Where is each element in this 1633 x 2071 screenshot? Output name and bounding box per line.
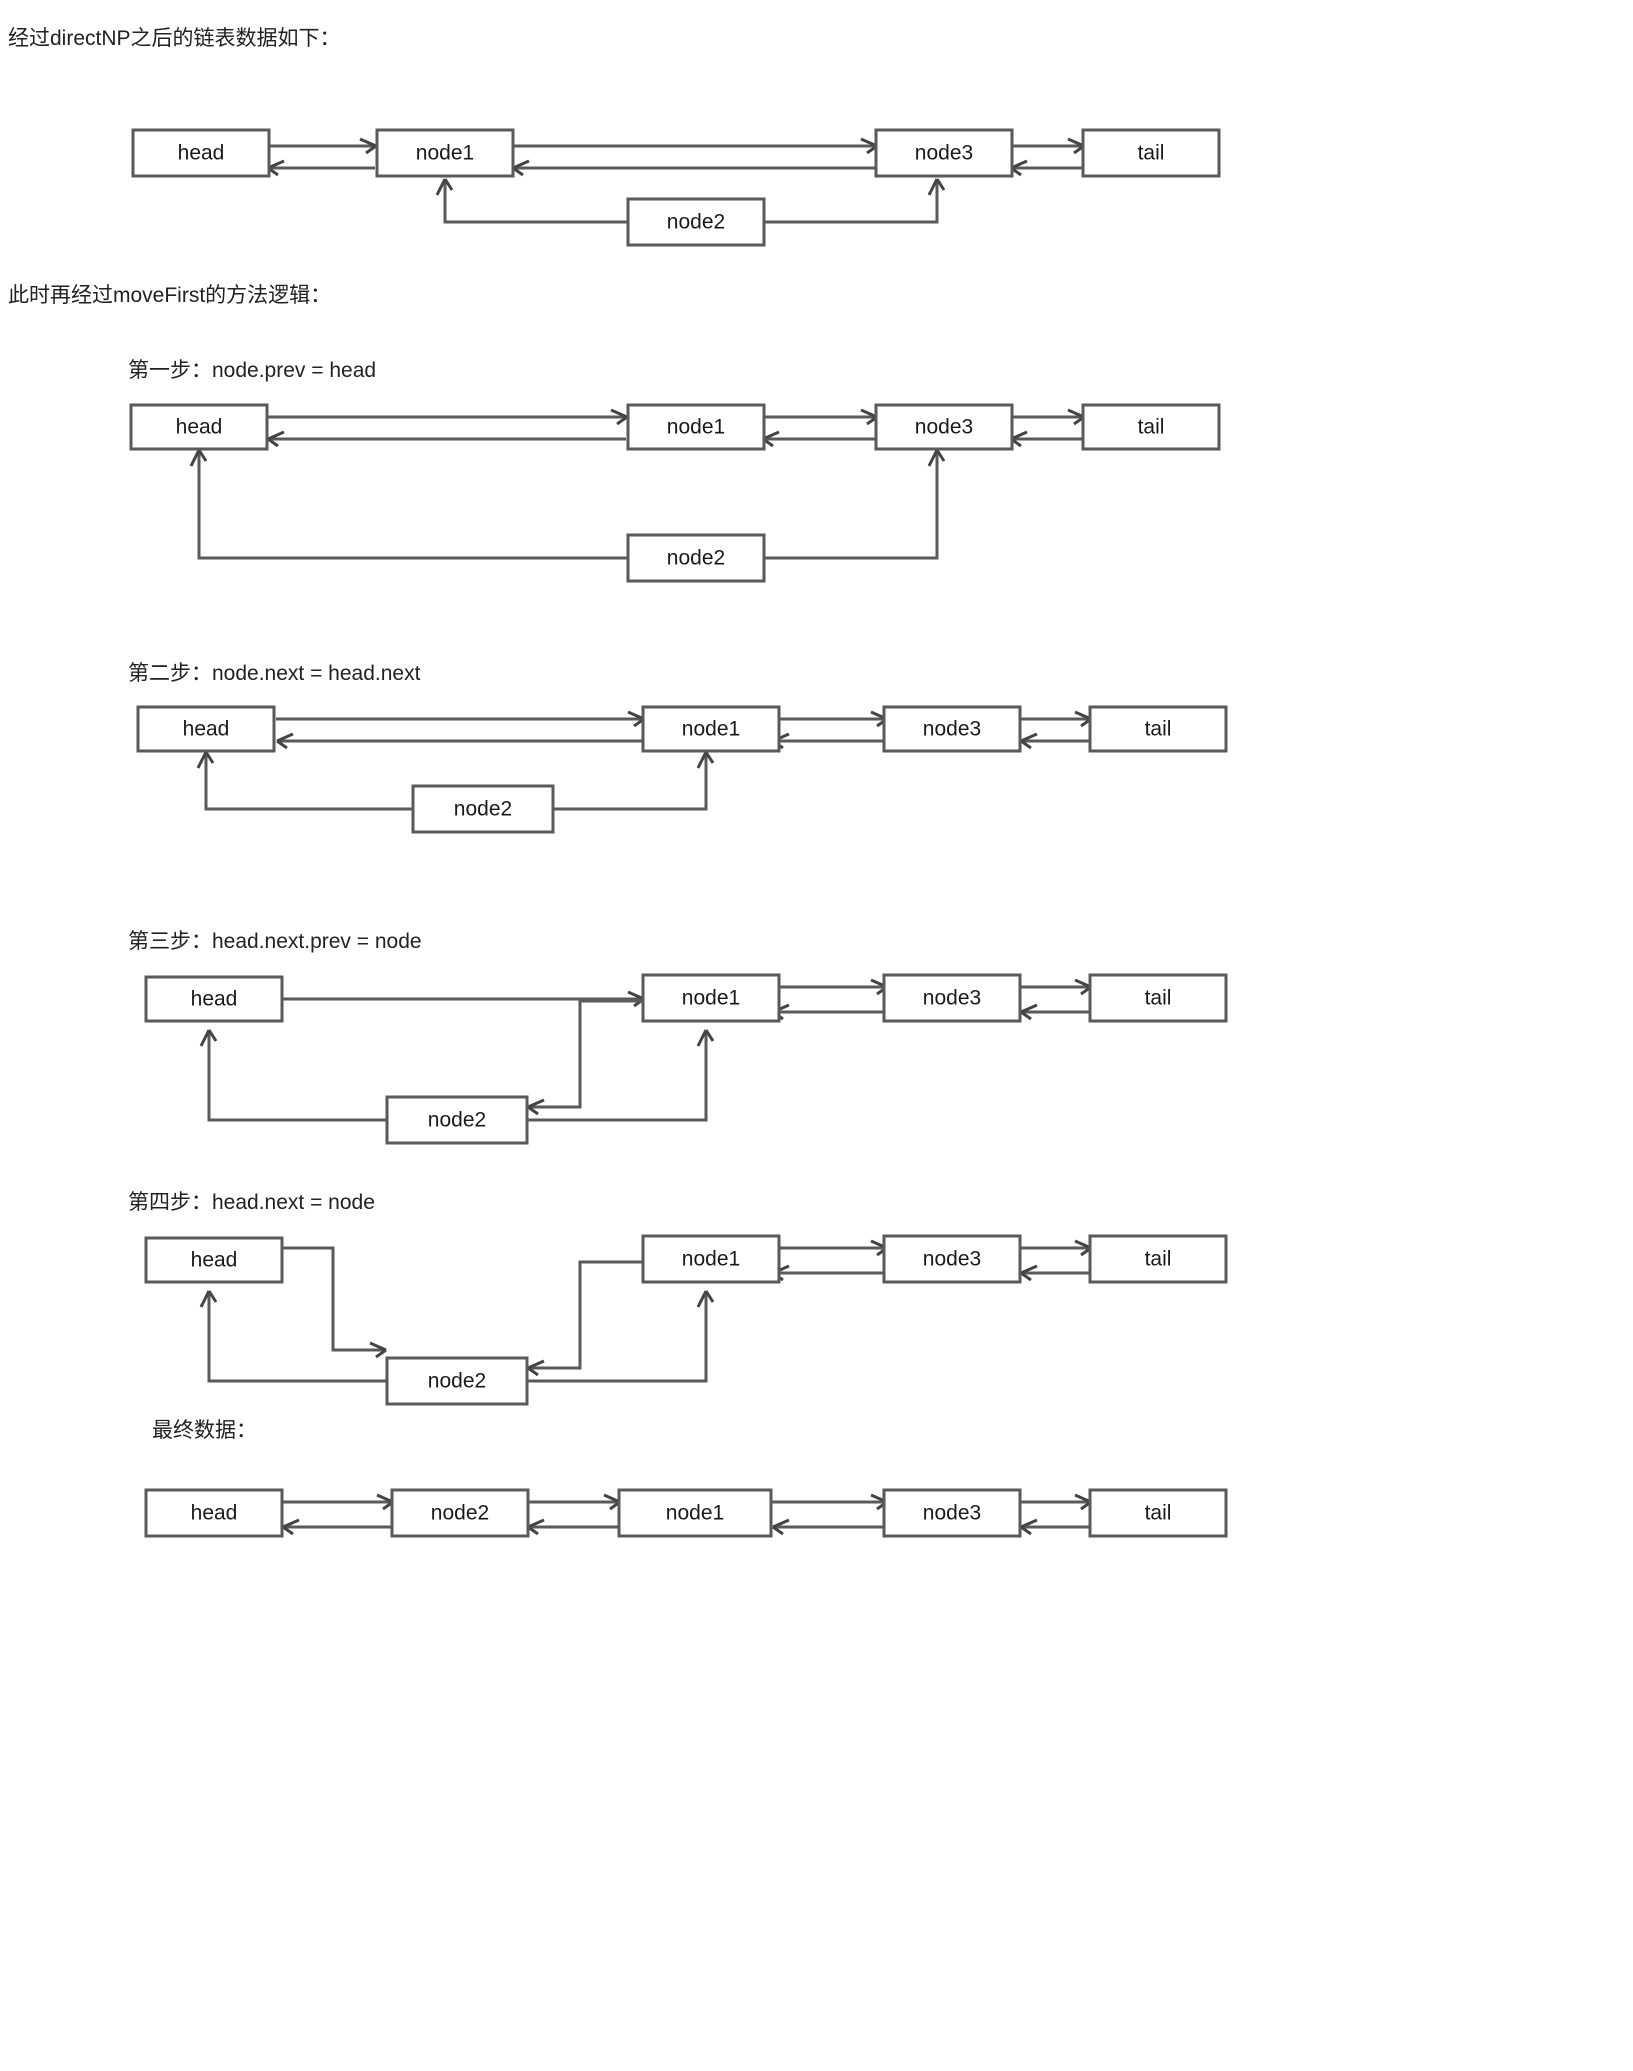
s4-box-head: head bbox=[144, 1236, 284, 1284]
box-node1: node1 bbox=[375, 128, 515, 178]
s4-edge-node1-prev-node2 bbox=[529, 1260, 643, 1370]
intro-caption: 经过directNP之后的链表数据如下： bbox=[8, 27, 341, 50]
box-tail: tail bbox=[1081, 128, 1221, 178]
s2-box-node2: node2 bbox=[411, 784, 555, 834]
diagram-step-4: head node1 node3 tail node2 bbox=[0, 1226, 1633, 1426]
s2-box-tail-label: tail bbox=[1145, 718, 1172, 741]
s4-box-node2: node2 bbox=[385, 1356, 529, 1406]
s4-edge-node2-prev-head bbox=[207, 1292, 387, 1383]
s4-edge-head-next-node2 bbox=[282, 1246, 385, 1352]
s2-edge-node2-prev-head bbox=[204, 753, 413, 811]
s2-box-node3-label: node3 bbox=[923, 718, 981, 741]
diagram-step-3-svg: head node1 node3 tail node2 bbox=[144, 973, 1228, 1145]
s1-box-node1-label: node1 bbox=[667, 416, 725, 439]
s3-box-head: head bbox=[144, 975, 284, 1023]
s3-box-tail-label: tail bbox=[1145, 987, 1172, 1010]
s1-box-node2: node2 bbox=[626, 533, 766, 583]
f-box-node3-label: node3 bbox=[923, 1502, 981, 1525]
step3-label: 第三步：head.next.prev = node bbox=[128, 930, 422, 953]
diagram-after-directnp-svg: head node1 node3 tail node2 bbox=[131, 128, 1221, 247]
diagram-step-1-svg: head node1 node3 tail node2 bbox=[129, 403, 1221, 583]
s4-box-node1-label: node1 bbox=[682, 1248, 740, 1271]
s2-box-node3: node3 bbox=[882, 705, 1022, 753]
final-label: 最终数据： bbox=[152, 1419, 257, 1442]
s2-box-node1-label: node1 bbox=[682, 718, 740, 741]
box-node1-label: node1 bbox=[416, 142, 474, 165]
f-box-tail-label: tail bbox=[1145, 1502, 1172, 1525]
s2-box-node1: node1 bbox=[641, 705, 781, 753]
f-box-node1: node1 bbox=[617, 1488, 773, 1538]
f-box-node2: node2 bbox=[390, 1488, 530, 1538]
step1-label: 第一步：node.prev = head bbox=[128, 359, 377, 382]
step2-label: 第二步：node.next = head.next bbox=[128, 662, 421, 685]
f-box-head-label: head bbox=[191, 1502, 238, 1525]
s1-box-head-label: head bbox=[176, 416, 223, 439]
s3-box-node1-label: node1 bbox=[682, 987, 740, 1010]
s1-box-head: head bbox=[129, 403, 269, 451]
s3-box-node2-label: node2 bbox=[428, 1109, 486, 1132]
diagram-step-4-svg: head node1 node3 tail node2 bbox=[144, 1234, 1228, 1406]
box-tail-label: tail bbox=[1138, 142, 1165, 165]
s4-box-node3: node3 bbox=[882, 1234, 1022, 1284]
s2-box-head: head bbox=[136, 705, 276, 753]
diagram-step-1: head node1 node3 tail node2 bbox=[0, 395, 1633, 610]
s4-box-node2-label: node2 bbox=[428, 1370, 486, 1393]
diagram-final-svg: head node2 node1 node3 tail bbox=[144, 1488, 1228, 1538]
s1-box-node1: node1 bbox=[626, 403, 766, 451]
box-node2: node2 bbox=[626, 197, 766, 247]
movefirst-caption: 此时再经过moveFirst的方法逻辑： bbox=[8, 284, 332, 307]
s1-box-tail-label: tail bbox=[1138, 416, 1165, 439]
s3-box-node1: node1 bbox=[641, 973, 781, 1023]
f-box-tail: tail bbox=[1088, 1488, 1228, 1538]
diagram-step-2: head node1 node3 tail node2 bbox=[0, 697, 1633, 897]
s2-edge-node2-next-node1 bbox=[553, 753, 708, 811]
s1-box-node3-label: node3 bbox=[915, 416, 973, 439]
f-box-node3: node3 bbox=[882, 1488, 1022, 1538]
s1-edge-node2-next-node3 bbox=[763, 451, 939, 560]
s4-box-tail-label: tail bbox=[1145, 1248, 1172, 1271]
s1-box-tail: tail bbox=[1081, 403, 1221, 451]
s3-box-node3-label: node3 bbox=[923, 987, 981, 1010]
s3-edge-node2-prev-head bbox=[207, 1031, 387, 1122]
edge-node2-prev-node1 bbox=[443, 180, 628, 224]
s3-edge-node1-prev-node2 bbox=[529, 999, 643, 1109]
s4-box-head-label: head bbox=[191, 1249, 238, 1272]
diagram-final: head node2 node1 node3 tail bbox=[0, 1480, 1633, 1640]
diagram-step-3: head node1 node3 tail node2 bbox=[0, 965, 1633, 1165]
box-node2-label: node2 bbox=[667, 211, 725, 234]
s3-box-node2: node2 bbox=[385, 1095, 529, 1145]
step4-label: 第四步：head.next = node bbox=[128, 1191, 375, 1214]
s1-box-node3: node3 bbox=[874, 403, 1014, 451]
box-node3: node3 bbox=[874, 128, 1014, 178]
diagram-step-2-svg: head node1 node3 tail node2 bbox=[136, 705, 1228, 834]
s2-box-head-label: head bbox=[183, 718, 230, 741]
s3-box-node3: node3 bbox=[882, 973, 1022, 1023]
s1-edge-node2-prev-head bbox=[197, 451, 628, 560]
box-head-label: head bbox=[178, 142, 225, 165]
s3-box-tail: tail bbox=[1088, 973, 1228, 1023]
diagram-after-directnp: head node1 node3 tail node2 bbox=[0, 60, 1633, 260]
box-node3-label: node3 bbox=[915, 142, 973, 165]
s2-box-node2-label: node2 bbox=[454, 798, 512, 821]
s2-box-tail: tail bbox=[1088, 705, 1228, 753]
f-box-node1-label: node1 bbox=[666, 1502, 724, 1525]
s1-box-node2-label: node2 bbox=[667, 547, 725, 570]
s4-box-node1: node1 bbox=[641, 1234, 781, 1284]
box-head: head bbox=[131, 128, 271, 178]
f-box-node2-label: node2 bbox=[431, 1502, 489, 1525]
s4-box-node3-label: node3 bbox=[923, 1248, 981, 1271]
f-box-head: head bbox=[144, 1488, 284, 1538]
s4-box-tail: tail bbox=[1088, 1234, 1228, 1284]
edge-node2-next-node3 bbox=[763, 180, 939, 224]
s3-box-head-label: head bbox=[191, 988, 238, 1011]
